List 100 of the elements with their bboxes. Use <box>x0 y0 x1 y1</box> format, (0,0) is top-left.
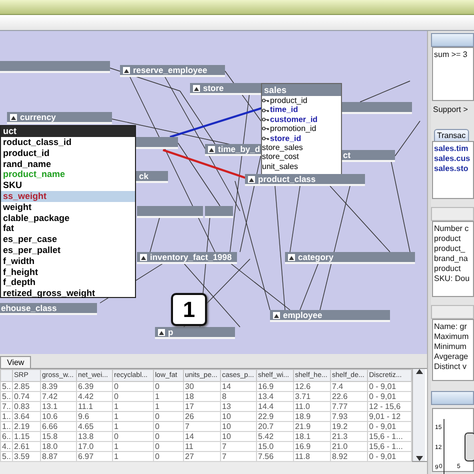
table-cell: 13.8 <box>76 432 112 442</box>
field-row[interactable]: time_id <box>262 105 341 115</box>
table-cell: 21.9 <box>294 422 330 432</box>
table-cell: 7.42 <box>40 392 76 402</box>
field-row[interactable]: promotion_id <box>262 124 341 134</box>
table-name: inventory_fact_1998 <box>150 252 232 262</box>
table-node[interactable] <box>205 206 233 218</box>
table-icon <box>288 254 295 260</box>
table-node[interactable]: time_by_d <box>205 144 261 156</box>
field-row[interactable]: customer_id <box>262 114 341 124</box>
table-cell: 22.6 <box>330 392 368 402</box>
table-cell: 10 <box>220 412 256 422</box>
table-node[interactable] <box>136 137 178 149</box>
table-cell: 8.39 <box>40 382 76 392</box>
table-cell: 14 <box>184 432 220 442</box>
column-item[interactable]: es_per_case <box>1 234 135 245</box>
table-node[interactable]: category <box>285 252 415 264</box>
table-icon <box>123 66 130 74</box>
table-cell: 17 <box>184 402 220 412</box>
table-name: ehouse_class <box>1 303 57 313</box>
table-cell: 1 <box>154 402 184 412</box>
column-item[interactable]: roduct_class_id <box>1 137 135 148</box>
field-row[interactable]: store_sales <box>262 143 341 152</box>
table-cell: 5.42 <box>256 432 294 442</box>
table-cell: 21.3 <box>330 432 368 442</box>
view-tab[interactable]: View <box>0 356 32 368</box>
table-icon <box>193 84 200 92</box>
field-row[interactable]: product_id <box>262 96 341 106</box>
table-node[interactable] <box>0 61 110 73</box>
table-node[interactable]: store <box>190 83 262 95</box>
table-cell: 7 <box>220 442 256 452</box>
field-row[interactable]: store_id <box>262 134 341 144</box>
transaction-item[interactable]: sales.tim <box>434 144 472 154</box>
field-row[interactable]: unit_sales <box>262 162 341 172</box>
table-name: ct <box>343 150 351 160</box>
table-name: p <box>168 327 174 337</box>
table-node[interactable]: reserve_employee <box>120 65 225 77</box>
summary-line: SKU: Dou <box>434 274 471 284</box>
table-icon <box>158 328 165 336</box>
transaction-item[interactable]: sales.sto <box>434 164 472 174</box>
table-icon <box>208 146 215 152</box>
table-node[interactable] <box>340 102 412 114</box>
table-cell: 17.0 <box>76 442 112 452</box>
scrollbar[interactable] <box>412 369 425 461</box>
summary-line: brand_na <box>434 254 469 264</box>
table-cell: 0 <box>154 432 184 442</box>
column-item[interactable]: f_width <box>1 256 135 267</box>
column-item[interactable]: clable_package <box>1 212 135 224</box>
table-cell: 20.7 <box>256 422 294 432</box>
stat-line: Distinct v <box>434 362 468 372</box>
table-name: store <box>203 83 224 93</box>
column-item[interactable]: product_id <box>1 148 135 159</box>
table-cell: 0.74 <box>12 392 40 402</box>
table-name: product_class <box>258 174 316 184</box>
table-icon <box>140 254 147 260</box>
column-item[interactable]: ss_weight <box>1 190 135 202</box>
table-cell: 7.. <box>0 402 12 412</box>
column-item[interactable]: weight <box>1 202 135 213</box>
column-item[interactable]: f_depth <box>1 277 135 288</box>
column-item[interactable]: SKU <box>1 180 135 191</box>
table-cell: 0 - 9,01 <box>368 382 412 392</box>
table-name: ck <box>139 171 148 181</box>
column-item[interactable]: f_height <box>1 266 135 278</box>
table-node[interactable]: p <box>155 327 235 339</box>
table-node[interactable]: ct <box>340 150 395 162</box>
table-node[interactable]: ehouse_class <box>0 303 97 315</box>
table-cell: 7.77 <box>330 402 368 412</box>
table-cell: 4.42 <box>76 392 112 402</box>
table-cell: 0 <box>154 412 184 422</box>
table-cell: 7.93 <box>330 412 368 422</box>
table-node[interactable]: product_class <box>245 174 365 186</box>
table-cell: 9,01 - 12 <box>368 412 412 422</box>
table-cell: 0 <box>154 382 184 392</box>
table-cell: 16.9 <box>294 442 330 452</box>
table-cell: 6.39 <box>76 382 112 392</box>
column-item[interactable]: retized_gross_weight <box>1 288 135 299</box>
table-node[interactable] <box>137 206 203 218</box>
table-node[interactable]: employee <box>270 310 390 322</box>
column-item[interactable]: rand_name <box>1 158 135 170</box>
table-node[interactable]: sales product_id time_id customer_id promotion_id store_id store_sales store_cost unit_sales <box>261 83 342 175</box>
table-cell: 12 - 15,6 <box>368 402 412 412</box>
table-node[interactable]: currency <box>7 112 112 124</box>
table-name: currency <box>20 112 56 122</box>
transaction-item[interactable]: sales.cus <box>434 154 472 164</box>
table-name: employee <box>283 310 322 320</box>
table-cell: 11 <box>184 442 220 452</box>
table-cell: 15,6 - 1... <box>368 432 412 442</box>
transactions-tab[interactable]: Transac <box>434 129 469 141</box>
table-cell: 1.15 <box>12 432 40 442</box>
table-node[interactable]: ck <box>136 171 168 183</box>
field-row[interactable]: store_cost <box>262 152 341 162</box>
table-cell: 0 <box>112 432 154 442</box>
column-item[interactable]: fat <box>1 223 135 234</box>
summary-line: product_ <box>434 244 466 254</box>
table-cell: 11.1 <box>76 402 112 412</box>
column-item[interactable]: es_per_pallet <box>1 244 135 256</box>
stat-line: Avgerage <box>434 352 470 362</box>
table-cell: 7.4 <box>330 382 368 392</box>
table-cell: 1 <box>112 422 154 432</box>
table-node[interactable]: inventory_fact_1998 <box>137 252 237 264</box>
